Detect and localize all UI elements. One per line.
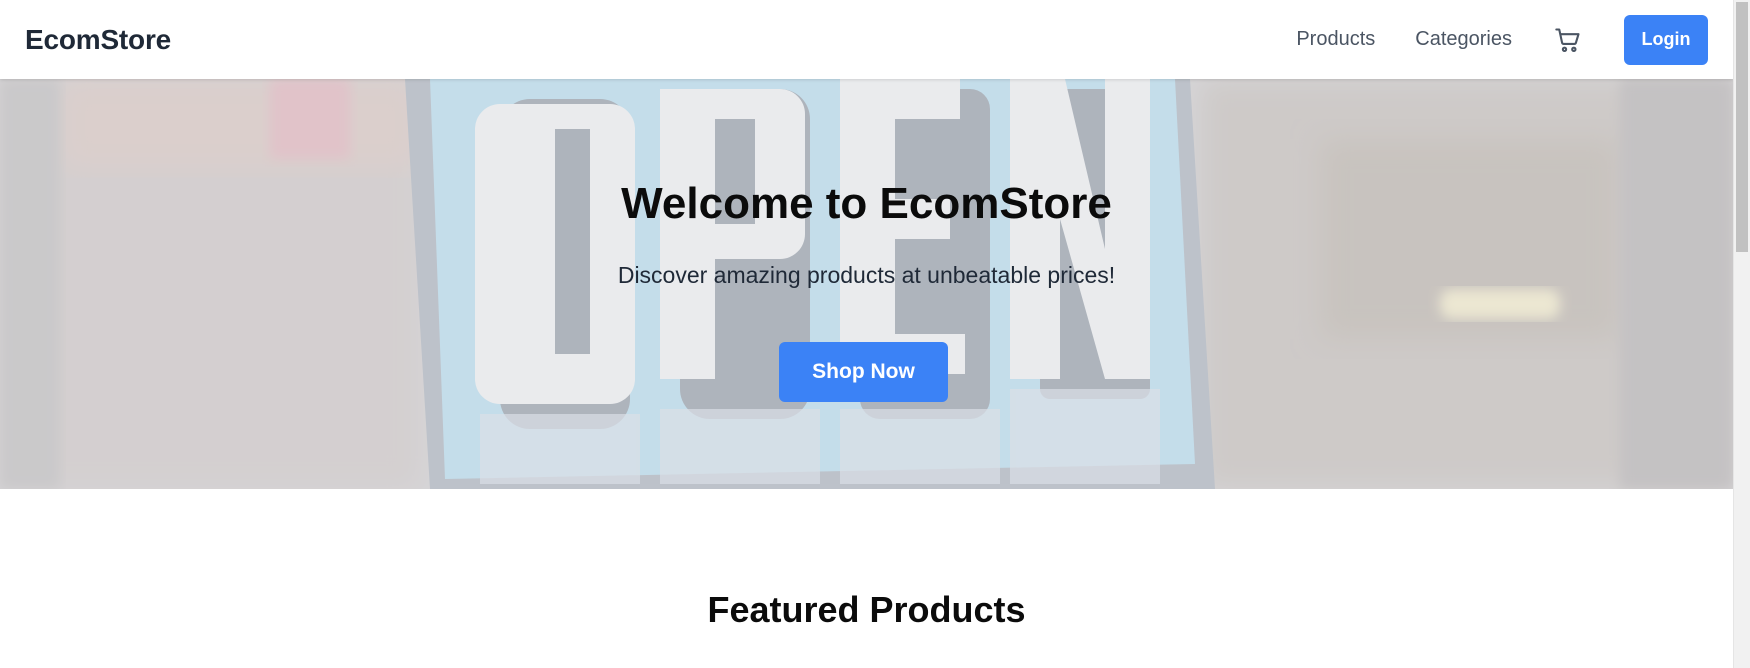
hero-content: Welcome to EcomStore Discover amazing pr… (0, 79, 1733, 489)
login-button[interactable]: Login (1624, 14, 1708, 65)
page-scrollbar[interactable] (1733, 0, 1750, 668)
page: EcomStore Products Categories Login Welc… (0, 0, 1733, 668)
hero-banner: Welcome to EcomStore Discover amazing pr… (0, 79, 1733, 489)
shopping-cart-icon[interactable] (1552, 24, 1584, 56)
top-navbar: EcomStore Products Categories Login (0, 0, 1733, 79)
shop-now-button[interactable]: Shop Now (779, 342, 948, 402)
nav-menu: Products Categories Login (1296, 14, 1708, 65)
hero-title: Welcome to EcomStore (621, 179, 1112, 228)
nav-link-products[interactable]: Products (1296, 28, 1375, 51)
scrollbar-thumb[interactable] (1736, 2, 1748, 252)
nav-link-categories[interactable]: Categories (1415, 28, 1512, 51)
hero-subtitle: Discover amazing products at unbeatable … (617, 262, 1116, 288)
featured-products-heading: Featured Products (707, 589, 1026, 630)
brand-logo[interactable]: EcomStore (25, 24, 171, 56)
